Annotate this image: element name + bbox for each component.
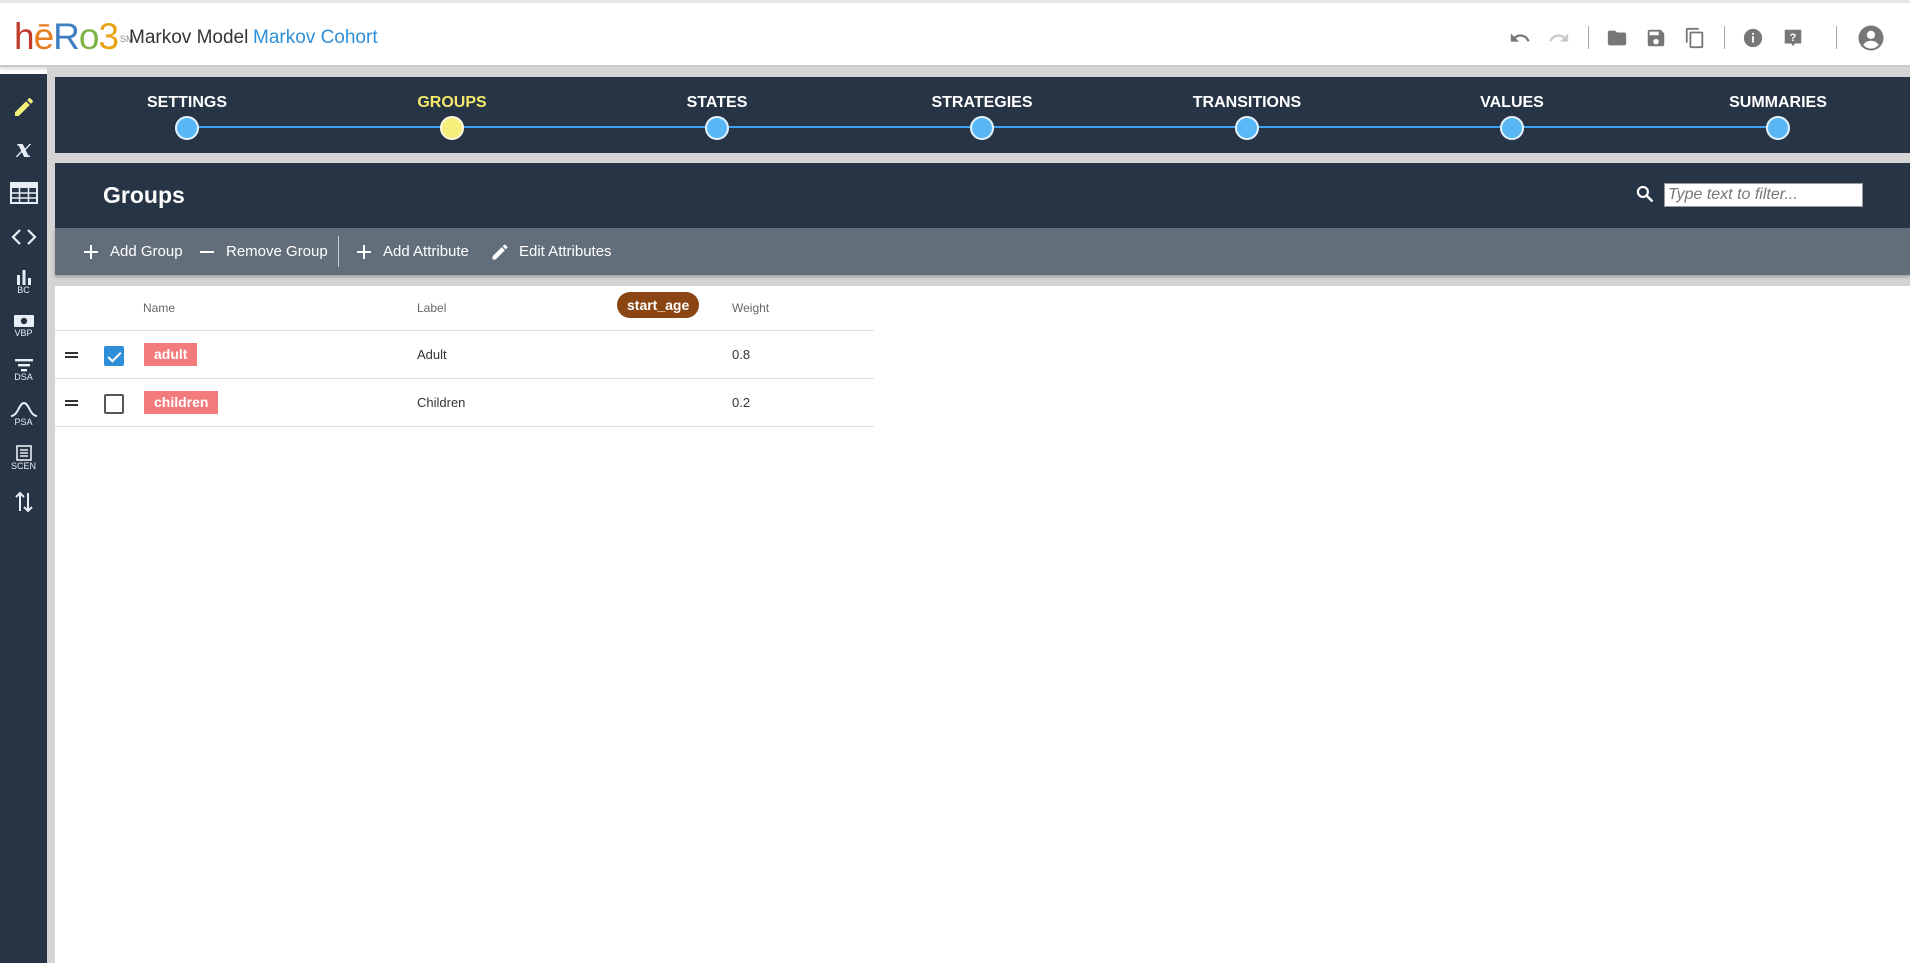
app-header: hēRo3 SM Markov Model Markov Cohort ? [0, 3, 1910, 67]
header-separator [1588, 26, 1589, 49]
left-sidebar: x BC VBP DSA PSA SCEN [0, 74, 47, 963]
header-separator [1724, 26, 1725, 49]
sidebar-item-label: VBP [14, 328, 33, 338]
sidebar-item-bc[interactable]: BC [0, 263, 47, 301]
model-type: Markov Model [129, 27, 249, 48]
remove-group-button[interactable]: Remove Group [196, 228, 328, 275]
filter-input[interactable] [1664, 183, 1863, 207]
pencil-icon [489, 241, 511, 263]
column-header-label[interactable]: Label [417, 296, 446, 321]
sidebar-item-sort[interactable] [0, 483, 47, 521]
table-icon [9, 182, 38, 204]
folder-icon[interactable] [1604, 25, 1630, 51]
group-weight-cell[interactable]: 0.2 [732, 395, 750, 411]
sidebar-item-label: DSA [14, 372, 33, 382]
group-label-cell[interactable]: Adult [417, 347, 447, 363]
code-icon [10, 229, 37, 245]
step-summaries[interactable]: SUMMARIES [1703, 77, 1853, 153]
pencil-icon [14, 97, 33, 116]
sidebar-item-edit[interactable] [0, 88, 47, 126]
group-name-tag[interactable]: children [144, 391, 219, 414]
workflow-stepper: SETTINGS GROUPS STATES STRATEGIES TRANSI… [55, 77, 1910, 153]
edit-attributes-button[interactable]: Edit Attributes [489, 228, 612, 275]
plus-icon [80, 241, 102, 263]
group-label-cell[interactable]: Children [417, 395, 465, 411]
svg-text:?: ? [1790, 32, 1797, 44]
copy-icon[interactable] [1682, 25, 1708, 51]
table-header: Name Label start_age Weight [55, 286, 874, 331]
step-values[interactable]: VALUES [1437, 77, 1587, 153]
groups-table: Name Label start_age Weight adult Adult … [55, 286, 874, 427]
step-dot[interactable] [1766, 116, 1790, 140]
model-name[interactable]: Markov Cohort [253, 27, 378, 49]
sidebar-item-label: PSA [14, 417, 33, 427]
sidebar-item-variables[interactable]: x [0, 130, 47, 168]
sidebar-item-psa[interactable]: PSA [0, 395, 47, 433]
column-header-weight[interactable]: Weight [732, 296, 769, 321]
groups-panel-header: Groups [55, 163, 1910, 228]
search-icon[interactable] [1633, 182, 1657, 206]
step-transitions[interactable]: TRANSITIONS [1172, 77, 1322, 153]
variable-x-icon: x [16, 134, 31, 163]
add-attribute-button[interactable]: Add Attribute [353, 228, 469, 275]
toolbar-separator [338, 236, 339, 267]
group-weight-cell[interactable]: 0.8 [732, 347, 750, 363]
drag-handle-icon[interactable] [65, 352, 78, 358]
sidebar-item-scen[interactable]: SCEN [0, 439, 47, 477]
step-dot[interactable] [175, 116, 199, 140]
help-icon[interactable]: ? [1780, 25, 1806, 51]
save-icon[interactable] [1643, 25, 1669, 51]
step-dot[interactable] [440, 116, 464, 140]
sidebar-item-label: BC [17, 285, 30, 295]
groups-toolbar: Add Group Remove Group Add Attribute Edi… [55, 228, 1910, 275]
sort-arrows-icon [14, 491, 33, 513]
bell-curve-icon [10, 401, 37, 417]
page-title: Groups [103, 182, 185, 208]
step-dot[interactable] [1500, 116, 1524, 140]
drag-handle-icon[interactable] [65, 400, 78, 406]
step-dot[interactable] [1235, 116, 1259, 140]
step-dot[interactable] [970, 116, 994, 140]
info-icon[interactable] [1740, 25, 1766, 51]
add-group-button[interactable]: Add Group [80, 228, 183, 275]
row-checkbox[interactable] [104, 346, 124, 366]
sidebar-item-dsa[interactable]: DSA [0, 351, 47, 389]
step-settings[interactable]: SETTINGS [112, 77, 262, 153]
row-checkbox[interactable] [104, 394, 124, 414]
undo-icon[interactable] [1507, 25, 1533, 51]
bar-chart-icon [16, 270, 31, 285]
sidebar-item-label: SCEN [10, 461, 36, 471]
table-row[interactable]: children Children 0.2 [55, 379, 874, 427]
sidebar-item-vbp[interactable]: VBP [0, 307, 47, 345]
redo-icon[interactable] [1546, 25, 1572, 51]
table-row[interactable]: adult Adult 0.8 [55, 331, 874, 379]
attribute-column-start-age[interactable]: start_age [617, 292, 700, 318]
sidebar-item-code[interactable] [0, 218, 47, 256]
column-header-name[interactable]: Name [143, 296, 175, 321]
minus-icon [196, 241, 218, 263]
account-icon[interactable] [1856, 23, 1886, 53]
money-icon [13, 315, 34, 327]
hero3-logo: hēRo3 SM [14, 16, 134, 57]
step-states[interactable]: STATES [642, 77, 792, 153]
header-separator [1836, 26, 1837, 49]
plus-icon [353, 241, 375, 263]
tornado-icon [14, 359, 33, 372]
step-dot[interactable] [705, 116, 729, 140]
step-strategies[interactable]: STRATEGIES [907, 77, 1057, 153]
sidebar-item-tables[interactable] [0, 174, 47, 212]
step-groups[interactable]: GROUPS [377, 77, 527, 153]
group-name-tag[interactable]: adult [144, 343, 198, 366]
list-icon [15, 445, 32, 461]
